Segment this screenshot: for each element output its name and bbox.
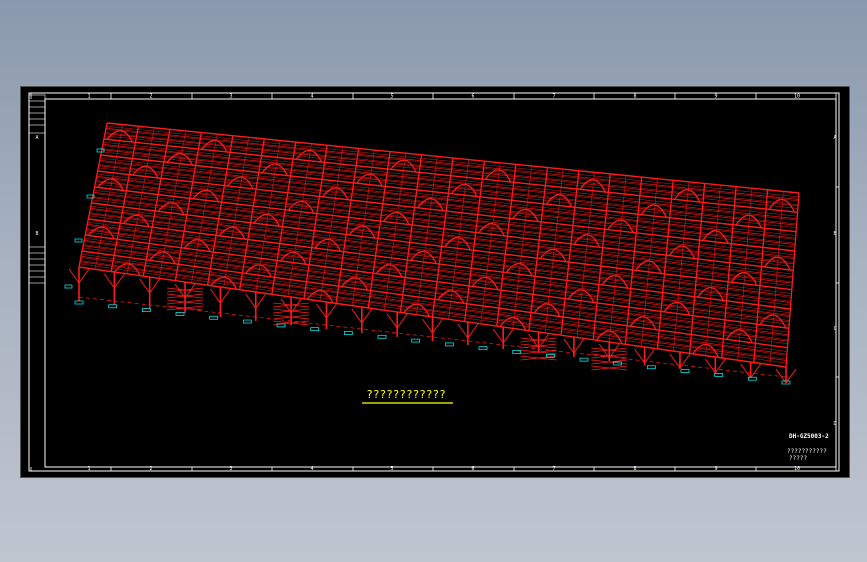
right-row-label: B <box>833 231 836 237</box>
top-column-label: 2 <box>149 94 152 100</box>
bottom-column-label: 4 <box>310 466 313 472</box>
sub-line: ????? <box>789 455 807 462</box>
right-row-label: D <box>833 421 836 427</box>
left-revision-strip <box>28 94 46 284</box>
bottom-column-label: 10 <box>794 466 800 472</box>
company-line: ??????????? <box>787 448 827 455</box>
drawing-title-block: ???????????? <box>362 388 453 404</box>
column-tag <box>714 373 724 377</box>
drawing-number: DH-GZ5003-2 <box>789 433 829 440</box>
bottom-column-label: 6 <box>471 466 474 472</box>
column-tag <box>74 300 84 305</box>
top-column-label: 3 <box>229 94 232 100</box>
column-tag <box>512 350 522 354</box>
column-tag <box>411 338 421 343</box>
bottom-column-label: 3 <box>229 466 232 472</box>
column-tag <box>579 357 589 362</box>
cad-model-viewport[interactable]: 1 2 3 4 5 6 7 8 9 10 1 2 3 4 5 6 7 8 9 10 A B C D A B ???????????… <box>20 86 850 478</box>
top-column-label: 8 <box>633 94 636 100</box>
bottom-column-label: 2 <box>149 466 152 472</box>
column-tag <box>141 308 151 312</box>
top-column-label: 5 <box>390 94 393 100</box>
column-tag <box>242 319 252 324</box>
column-tag <box>310 327 320 332</box>
left-row-label: B <box>35 231 38 237</box>
column-tag <box>209 315 219 320</box>
top-column-label: 4 <box>310 94 313 100</box>
gridline-tag <box>96 148 105 153</box>
gridline-tag <box>64 284 73 289</box>
top-column-label: 1 <box>87 94 90 100</box>
column-tag <box>377 334 387 339</box>
top-column-label: 6 <box>471 94 474 100</box>
right-row-label: A <box>833 135 836 141</box>
drawing-sheet: 1 2 3 4 5 6 7 8 9 10 1 2 3 4 5 6 7 8 9 10 A B C D A B ???????????… <box>28 92 840 472</box>
left-row-label: A <box>35 135 38 141</box>
bottom-column-label: 9 <box>714 466 717 472</box>
column-tag <box>444 342 454 347</box>
title-block-text: DH-GZ5003-2 ??????????? ????? <box>787 433 829 462</box>
column-tag <box>478 346 488 351</box>
gridline-tag <box>74 238 83 243</box>
steel-frame-3d-model[interactable] <box>68 122 800 384</box>
column-tag <box>343 331 353 335</box>
column-tag <box>680 369 690 373</box>
top-column-label: 7 <box>552 94 555 100</box>
bottom-column-label: 1 <box>87 466 90 472</box>
bottom-column-label: 5 <box>390 466 393 472</box>
top-column-label: 9 <box>714 94 717 100</box>
drawing-title: ???????????? <box>366 388 445 401</box>
right-row-label: C <box>833 326 836 332</box>
bottom-column-label: 7 <box>552 466 555 472</box>
column-tag <box>646 365 656 370</box>
bottom-column-label: 8 <box>633 466 636 472</box>
column-tag <box>747 376 757 381</box>
column-tag <box>108 304 118 309</box>
top-column-label: 10 <box>794 94 800 100</box>
column-tag <box>175 312 185 316</box>
